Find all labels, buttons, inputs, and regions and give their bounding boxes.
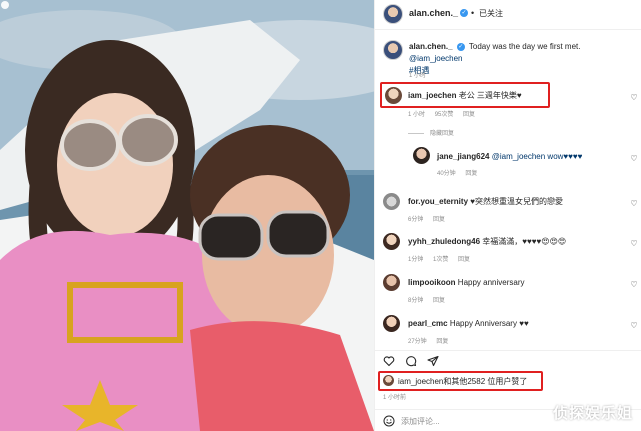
comment-username[interactable]: pearl_cmc: [408, 319, 448, 328]
comment-time: 8分钟: [408, 298, 424, 304]
comment-body: Happy Anniversary ♥♥: [449, 319, 529, 328]
comment-avatar[interactable]: [413, 147, 430, 164]
photo-watermark-icon: [1, 1, 9, 9]
comment-username[interactable]: for.you_eternity: [408, 197, 468, 206]
comment-avatar[interactable]: [383, 193, 400, 210]
comment-body: 幸福滿滿，♥♥♥♥😍😍😍: [482, 237, 567, 246]
comment-reply-button[interactable]: 回复: [463, 112, 475, 118]
comment-meta: 1 小时 95次赞 回复: [408, 109, 483, 118]
comment-reply-button[interactable]: 回复: [433, 217, 445, 223]
post-photo-illustration: [0, 0, 374, 431]
smile-icon[interactable]: [383, 415, 395, 427]
comment-body: Happy anniversary: [457, 278, 525, 287]
comment-likes[interactable]: 95次赞: [435, 112, 454, 118]
comment-time: 1分钟: [408, 257, 424, 263]
liker-avatar: [383, 375, 394, 386]
comment-text: limpooikoon Happy anniversary: [408, 277, 525, 288]
comment-avatar[interactable]: [385, 87, 402, 104]
comment-meta: 27分钟 回复: [408, 336, 456, 345]
comment-time: 6分钟: [408, 217, 424, 223]
paper-plane-icon[interactable]: [427, 355, 439, 367]
comment-like-icon[interactable]: ♡: [630, 200, 638, 208]
watermark-text: 侦探娱乐姐: [552, 404, 633, 422]
comment-meta: 40分钟 回复: [437, 168, 485, 177]
comment-bubble-icon[interactable]: [405, 355, 417, 367]
comment-text: pearl_cmc Happy Anniversary ♥♥: [408, 318, 529, 329]
comment-meta: 8分钟 回复: [408, 295, 453, 304]
comment-text: for.you_eternity ♥突然想重溫女兒們的戀愛: [408, 196, 563, 207]
comment-like-icon[interactable]: ♡: [630, 281, 638, 289]
post-header: alan.chen._ ✓ • 已关注: [375, 0, 641, 30]
author-username[interactable]: alan.chen._: [409, 8, 458, 18]
comment-like-icon[interactable]: ♡: [630, 94, 638, 102]
header-separator: •: [471, 8, 475, 18]
comment-reply-button[interactable]: 回复: [433, 298, 445, 304]
comment-body: @iam_joechen wow♥♥♥♥: [491, 152, 583, 161]
caption-body: Today was the day we first met.: [468, 42, 581, 51]
caption-time: 1 小时: [409, 73, 427, 79]
hide-replies-button[interactable]: 隐藏回复: [408, 128, 454, 137]
comment-avatar[interactable]: [383, 274, 400, 291]
post-detail-panel: alan.chen._ ✓ • 已关注 alan.chen._ ✓ Today …: [374, 0, 641, 431]
comment-username[interactable]: iam_joechen: [408, 91, 456, 100]
likes-summary[interactable]: iam_joechen和其他2582 位用户赞了: [375, 373, 641, 389]
comment-text: yyhh_zhuledong46 幸福滿滿，♥♥♥♥😍😍😍: [408, 236, 566, 247]
comment-time: 27分钟: [408, 339, 427, 345]
post-time: 1 小时前: [383, 395, 407, 401]
comment-time: 40分钟: [437, 171, 456, 177]
comment-avatar[interactable]: [383, 315, 400, 332]
author-avatar[interactable]: [383, 4, 403, 24]
comment-text: jane_jiang624 @iam_joechen wow♥♥♥♥: [437, 151, 582, 162]
comment-time: 1 小时: [408, 112, 426, 118]
post-photo[interactable]: [0, 0, 374, 431]
add-comment-input[interactable]: 添加评论...: [401, 416, 440, 427]
comment-meta: 6分钟 回复: [408, 214, 453, 223]
verified-badge-icon: ✓: [456, 42, 465, 51]
comment-likes[interactable]: 1次赞: [433, 257, 448, 263]
likes-text[interactable]: iam_joechen和其他2582 位用户赞了: [398, 376, 527, 387]
comment-username[interactable]: limpooikoon: [408, 278, 456, 287]
caption-username[interactable]: alan.chen._: [409, 42, 453, 51]
comment-username[interactable]: jane_jiang624: [437, 152, 489, 161]
follow-status-button[interactable]: 已关注: [479, 8, 503, 19]
caption-mention-link[interactable]: @iam_joechen: [409, 54, 462, 63]
comment-reply-button[interactable]: 回复: [465, 171, 477, 177]
post-actions-bar: [375, 350, 641, 370]
comment-like-icon[interactable]: ♡: [630, 240, 638, 248]
comment-username[interactable]: yyhh_zhuledong46: [408, 237, 480, 246]
comment-reply-button[interactable]: 回复: [458, 257, 470, 263]
comment-text: iam_joechen 老公 三週年快樂♥: [408, 90, 522, 101]
comment-like-icon[interactable]: ♡: [630, 322, 638, 330]
caption-author-avatar[interactable]: [383, 40, 403, 60]
comment-reply-button[interactable]: 回复: [436, 339, 448, 345]
comment-body: ♥突然想重溫女兒們的戀愛: [470, 197, 563, 206]
heart-outline-icon[interactable]: [383, 355, 395, 367]
comment-like-icon[interactable]: ♡: [630, 155, 638, 163]
caption-text: alan.chen._ ✓ Today was the day we first…: [409, 41, 629, 77]
comment-body: 老公 三週年快樂♥: [458, 91, 522, 100]
comment-avatar[interactable]: [383, 233, 400, 250]
verified-badge-icon: ✓: [460, 9, 468, 17]
comment-meta: 1分钟 1次赞 回复: [408, 254, 478, 263]
